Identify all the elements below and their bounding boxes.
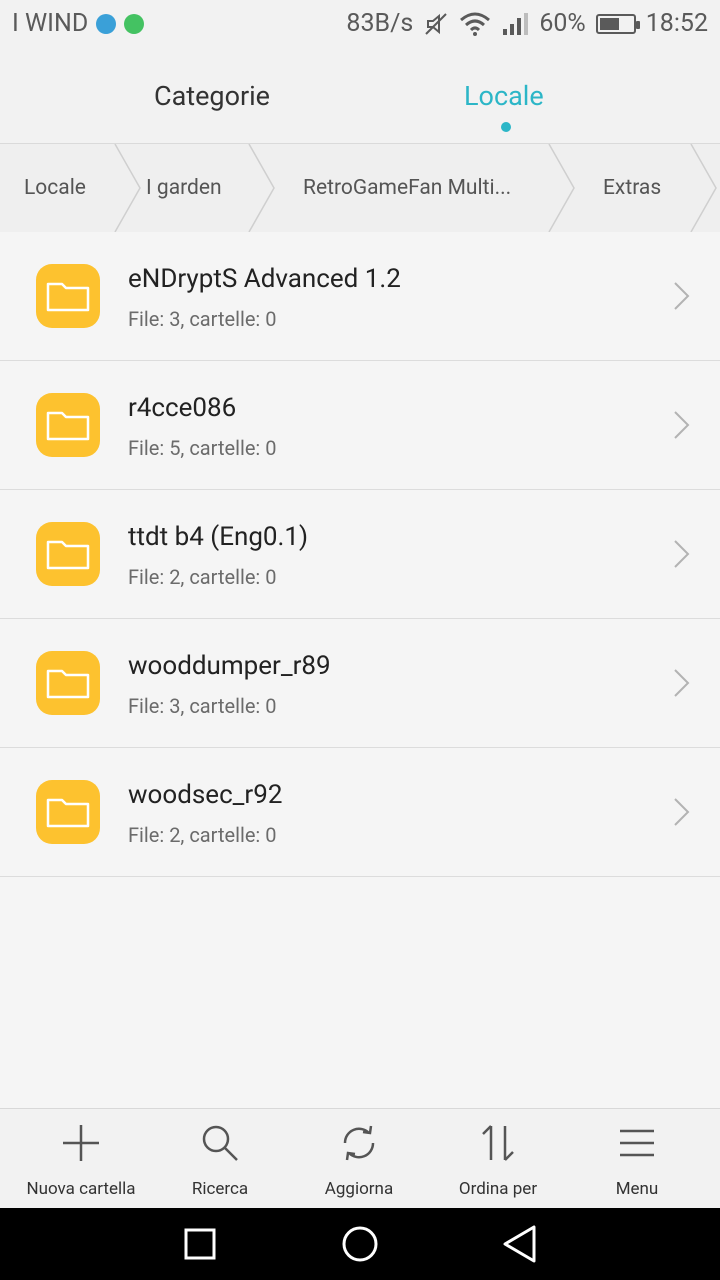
- folder-meta: File: 3, cartelle: 0: [128, 307, 277, 331]
- telegram-icon: [96, 13, 117, 34]
- new-folder-label: Nuova cartella: [26, 1179, 136, 1199]
- folder-icon: [36, 264, 100, 328]
- chevron-right-icon: [674, 669, 690, 697]
- bottom-toolbar: Nuova cartella Ricerca Aggiorna Ordina p…: [0, 1108, 720, 1209]
- recents-icon[interactable]: [182, 1224, 220, 1264]
- folder-meta: File: 2, cartelle: 0: [128, 565, 277, 589]
- folder-meta: File: 2, cartelle: 0: [128, 823, 277, 847]
- folder-name: woodsec_r92: [128, 780, 283, 810]
- folder-icon: [36, 522, 100, 586]
- carrier-name: I WIND: [12, 9, 89, 38]
- menu-icon: [620, 1129, 654, 1157]
- folder-name: eNDryptS Advanced 1.2: [128, 264, 401, 294]
- folder-meta: File: 5, cartelle: 0: [128, 436, 277, 460]
- chevron-right-icon: [674, 540, 690, 568]
- wifi-icon: [460, 12, 491, 36]
- signal-icon: [503, 12, 529, 35]
- folder-name: r4cce086: [128, 393, 237, 423]
- list-item[interactable]: woodsec_r92 File: 2, cartelle: 0: [0, 748, 720, 877]
- folder-icon: [36, 393, 100, 457]
- chevron-right-icon: [674, 411, 690, 439]
- navigation-bar: [0, 1208, 720, 1280]
- chevron-right-icon: [674, 798, 690, 826]
- whatsapp-icon: [124, 13, 145, 34]
- breadcrumb-separator-icon: [690, 144, 717, 232]
- folder-meta: File: 3, cartelle: 0: [128, 694, 277, 718]
- folder-icon: [36, 780, 100, 844]
- breadcrumb-item[interactable]: Extras: [603, 144, 661, 232]
- refresh-label: Aggiorna: [324, 1179, 394, 1199]
- search-icon: [202, 1125, 238, 1161]
- tab-categorie[interactable]: Categorie: [154, 80, 270, 112]
- battery-percent: 60%: [539, 9, 586, 38]
- home-icon[interactable]: [340, 1224, 380, 1264]
- breadcrumb-separator-icon: [548, 144, 575, 232]
- clock: 18:52: [645, 9, 708, 38]
- chevron-right-icon: [674, 282, 690, 310]
- folder-list: eNDryptS Advanced 1.2 File: 3, cartelle:…: [0, 232, 720, 877]
- list-item[interactable]: eNDryptS Advanced 1.2 File: 3, cartelle:…: [0, 232, 720, 361]
- battery-icon: [595, 13, 640, 34]
- folder-icon: [36, 651, 100, 715]
- breadcrumb-item[interactable]: Locale: [24, 144, 86, 232]
- list-item[interactable]: r4cce086 File: 5, cartelle: 0: [0, 361, 720, 490]
- search-button[interactable]: Ricerca: [148, 1109, 292, 1209]
- new-folder-button[interactable]: Nuova cartella: [9, 1109, 153, 1209]
- refresh-button[interactable]: Aggiorna: [287, 1109, 431, 1209]
- folder-name: wooddumper_r89: [128, 651, 331, 681]
- active-tab-indicator: [501, 122, 511, 132]
- folder-name: ttdt b4 (Eng0.1): [128, 522, 309, 552]
- sort-icon: [482, 1125, 514, 1161]
- breadcrumb-item[interactable]: I garden: [146, 144, 222, 232]
- tab-locale[interactable]: Locale: [464, 80, 544, 112]
- breadcrumb-item[interactable]: RetroGameFan Multi...: [303, 144, 511, 232]
- network-speed: 83B/s: [346, 9, 414, 38]
- menu-label: Menu: [615, 1179, 659, 1199]
- sort-label: Ordina per: [458, 1179, 538, 1199]
- tab-bar: Categorie Locale: [0, 50, 720, 143]
- breadcrumb-separator-icon: [114, 144, 141, 232]
- status-bar: I WIND 83B/s 60% 18:52: [0, 0, 720, 50]
- back-icon[interactable]: [500, 1224, 540, 1264]
- breadcrumb: Locale I garden RetroGameFan Multi... Ex…: [0, 143, 720, 233]
- search-label: Ricerca: [191, 1179, 249, 1199]
- list-item[interactable]: wooddumper_r89 File: 3, cartelle: 0: [0, 619, 720, 748]
- plus-icon: [63, 1125, 99, 1161]
- refresh-icon: [343, 1125, 375, 1161]
- menu-button[interactable]: Menu: [565, 1109, 709, 1209]
- mute-icon: [425, 12, 448, 35]
- sort-button[interactable]: Ordina per: [426, 1109, 570, 1209]
- breadcrumb-separator-icon: [248, 144, 275, 232]
- list-item[interactable]: ttdt b4 (Eng0.1) File: 2, cartelle: 0: [0, 490, 720, 619]
